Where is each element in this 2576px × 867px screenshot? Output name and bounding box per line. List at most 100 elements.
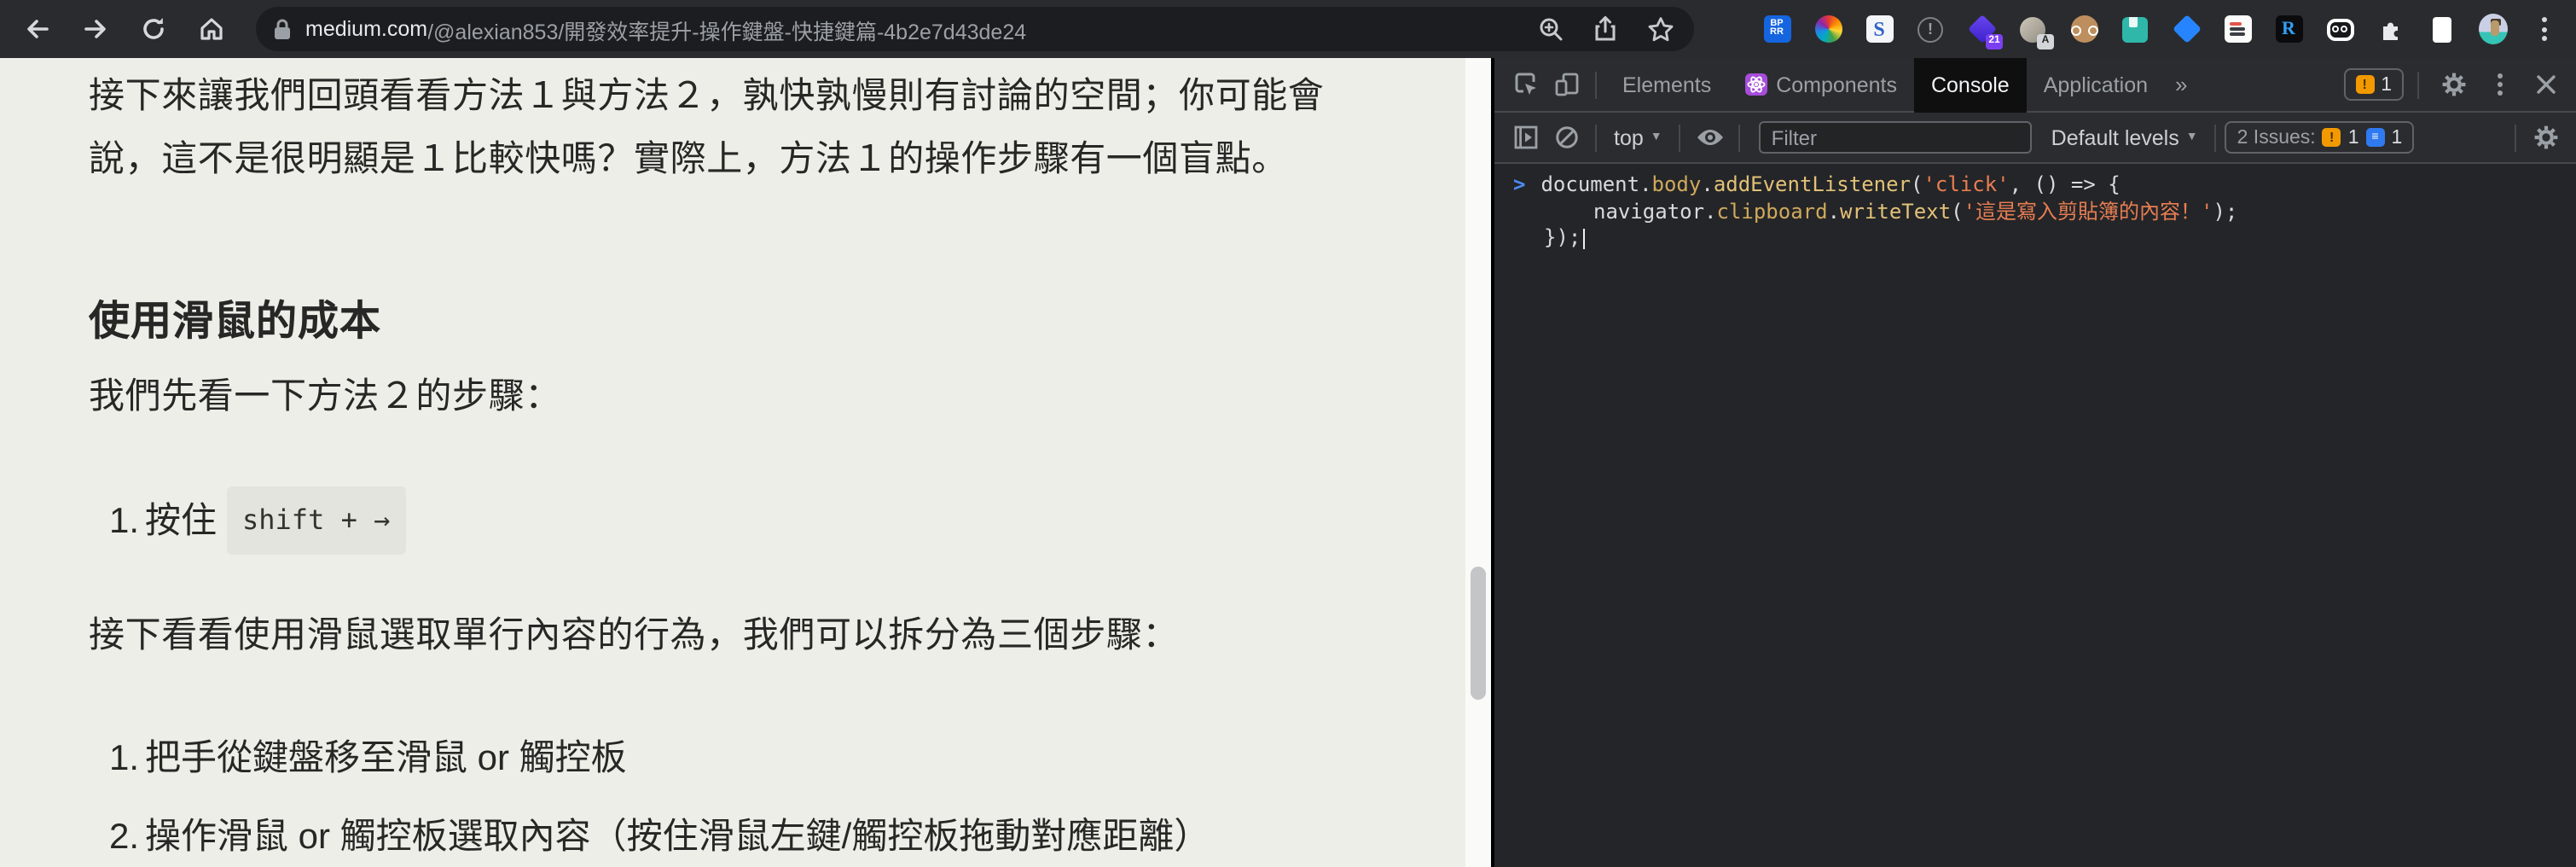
- list-number: 1.: [109, 501, 140, 540]
- extension-badge-21: 21: [1986, 33, 2003, 49]
- extension-avatar-glasses-icon[interactable]: [2069, 15, 2098, 44]
- console-sidebar-icon: [1513, 125, 1537, 149]
- reload-icon: [143, 18, 164, 39]
- chevron-down-icon: ▼: [1650, 131, 1662, 143]
- zoom-icon[interactable]: [1534, 12, 1568, 46]
- tab-components[interactable]: Components: [1728, 57, 1914, 112]
- text-cursor: [1582, 228, 1585, 248]
- article-body: 接下來讓我們回頭看看方法１與方法２，孰快孰慢則有討論的空間；你可能會 說，這不是…: [0, 58, 1465, 867]
- gear-icon: [2441, 73, 2465, 96]
- extension-save-icon[interactable]: [2121, 15, 2150, 44]
- article-paragraph: 我們先看一下方法２的步驟：: [89, 377, 561, 416]
- separator: [2515, 124, 2516, 151]
- article-heading: 使用滑鼠的成本: [89, 299, 381, 345]
- share-icon[interactable]: [1588, 12, 1622, 46]
- lock-icon[interactable]: [273, 18, 292, 40]
- extension-r-icon[interactable]: R: [2274, 15, 2303, 44]
- console-toolbar: top ▼ Default levels ▼: [1494, 113, 2576, 164]
- context-selector[interactable]: top ▼: [1605, 125, 1671, 149]
- issue-info-icon: ≡: [2365, 128, 2385, 147]
- close-icon: [2536, 75, 2555, 94]
- reload-button[interactable]: [130, 5, 177, 53]
- list-number: 2.: [109, 818, 140, 857]
- react-icon: [1745, 73, 1768, 96]
- console-input-area[interactable]: > document.body.addEventListener('click'…: [1494, 164, 2576, 252]
- separator: [2417, 71, 2419, 98]
- more-tabs-button[interactable]: »: [2165, 72, 2197, 97]
- issues-summary-chip[interactable]: 2 Issues: ! 1 ≡ 1: [2225, 121, 2415, 154]
- tab-elements[interactable]: Elements: [1605, 57, 1728, 112]
- list-item: 2. 操作滑鼠 or 觸控板選取內容（按住滑鼠左鍵/觸控板拖動對應距離）: [109, 809, 1210, 865]
- devtools-menu-button[interactable]: [2479, 64, 2520, 105]
- list-item: 1. 把手從鍵盤移至滑鼠 or 觸控板: [109, 730, 627, 787]
- console-code-line: document.body.addEventListener('click', …: [1540, 172, 2121, 196]
- kebab-menu-icon: [2542, 17, 2547, 41]
- devtools-close-button[interactable]: [2525, 64, 2566, 105]
- console-code[interactable]: document.body.addEventListener('click', …: [1540, 172, 2120, 199]
- forward-button[interactable]: [72, 5, 119, 53]
- list-number: 1.: [109, 739, 140, 778]
- extension-colorwheel-icon[interactable]: [1813, 15, 1842, 44]
- list-text: 操作滑鼠 or 觸控板選取內容（按住滑鼠左鍵/觸控板拖動對應距離）: [145, 818, 1210, 857]
- extension-shortcut-icon[interactable]: A: [2018, 15, 2054, 49]
- back-button[interactable]: [14, 5, 61, 53]
- paragraph-line: 接下來讓我們回頭看看方法１與方法２，孰快孰慢則有討論的空間；你可能會: [89, 77, 1325, 116]
- separator: [1738, 124, 1741, 151]
- devtools-settings-button[interactable]: [2433, 64, 2474, 105]
- clear-console-button[interactable]: [1546, 117, 1587, 158]
- console-settings-button[interactable]: [2525, 117, 2566, 158]
- extension-bprr-icon[interactable]: BP RR: [1762, 15, 1791, 44]
- list-text: 把手從鍵盤移至滑鼠 or 觸控板: [145, 739, 627, 778]
- article-paragraph: 接下來讓我們回頭看看方法１與方法２，孰快孰慢則有討論的空間；你可能會 說，這不是…: [89, 65, 1324, 191]
- separator: [1679, 124, 1681, 151]
- profile-avatar[interactable]: [2479, 14, 2508, 44]
- extension-notes-icon[interactable]: [2223, 15, 2252, 44]
- tab-application[interactable]: Application: [2027, 57, 2165, 112]
- issues-counter-chip[interactable]: ! 1: [2343, 68, 2404, 101]
- article-paragraph: 接下看看使用滑鼠選取單行內容的行為，我們可以拆分為三個步驟：: [89, 616, 1179, 655]
- article-scrollbar[interactable]: [1465, 58, 1491, 867]
- extension-jira-icon[interactable]: [2172, 15, 2201, 44]
- extension-diamond-icon[interactable]: 21: [1967, 15, 2003, 49]
- extensions-puzzle-icon[interactable]: [2376, 15, 2405, 44]
- extension-sider-icon[interactable]: S: [1865, 15, 1894, 44]
- device-toolbar-button[interactable]: [1546, 64, 1587, 105]
- forward-icon: [84, 20, 106, 38]
- separator: [1595, 124, 1597, 151]
- console-code-line: });: [1494, 225, 2576, 252]
- console-code-line: navigator.clipboard.writeText('這是寫入剪貼簿的內…: [1593, 199, 2238, 223]
- bookmark-star-icon[interactable]: [1643, 12, 1677, 46]
- kebab-menu-icon: [2497, 73, 2502, 96]
- browser-toolbar: medium.com /@alexian853/開發效率提升-操作鍵盤-快捷鍵篇…: [0, 0, 2576, 58]
- bprr-label-2: RR: [1770, 27, 1784, 38]
- window-content: 接下來讓我們回頭看看方法１與方法２，孰快孰慢則有討論的空間；你可能會 說，這不是…: [0, 57, 2576, 867]
- address-bar[interactable]: medium.com /@alexian853/開發效率提升-操作鍵盤-快捷鍵篇…: [256, 7, 1694, 51]
- log-levels-selector[interactable]: Default levels ▼: [2043, 125, 2207, 149]
- inspect-element-button[interactable]: [1505, 64, 1546, 105]
- devtools-tabbar: Elements Components Console Application …: [1494, 57, 2576, 113]
- issue-warning-icon: !: [2322, 128, 2341, 147]
- gear-icon: [2533, 125, 2557, 149]
- home-button[interactable]: [188, 5, 235, 53]
- clear-console-icon: [1555, 126, 1577, 148]
- browser-window: medium.com /@alexian853/開發效率提升-操作鍵盤-快捷鍵篇…: [0, 0, 2576, 867]
- separator: [1595, 71, 1597, 98]
- extension-alert-icon[interactable]: !: [1916, 15, 1945, 44]
- tab-console[interactable]: Console: [1913, 57, 2027, 112]
- console-filter-input[interactable]: [1759, 121, 2033, 154]
- article-pane: 接下來讓我們回頭看看方法１與方法２，孰快孰慢則有討論的空間；你可能會 說，這不是…: [0, 58, 1491, 867]
- paragraph-line: 說，這不是很明顯是１比較快嗎？實際上，方法１的操作步驟有一個盲點。: [89, 140, 1288, 179]
- url-path: /@alexian853/開發效率提升-操作鍵盤-快捷鍵篇-4b2e7d43de…: [427, 20, 1027, 44]
- issue-warning-icon: !: [2355, 75, 2375, 94]
- home-icon: [200, 18, 223, 40]
- console-sidebar-toggle[interactable]: [1505, 117, 1546, 158]
- extension-goggles-icon[interactable]: [2325, 15, 2354, 44]
- live-expression-button[interactable]: [1690, 117, 1731, 158]
- side-panel-icon[interactable]: [2428, 15, 2457, 44]
- browser-menu-button[interactable]: [2530, 15, 2559, 44]
- inline-code: shift + →: [227, 486, 406, 555]
- chevron-down-icon: ▼: [2185, 131, 2198, 143]
- scrollbar-thumb[interactable]: [1471, 567, 1486, 700]
- console-prompt-icon: >: [1513, 172, 1526, 196]
- url-host: medium.com: [305, 17, 428, 41]
